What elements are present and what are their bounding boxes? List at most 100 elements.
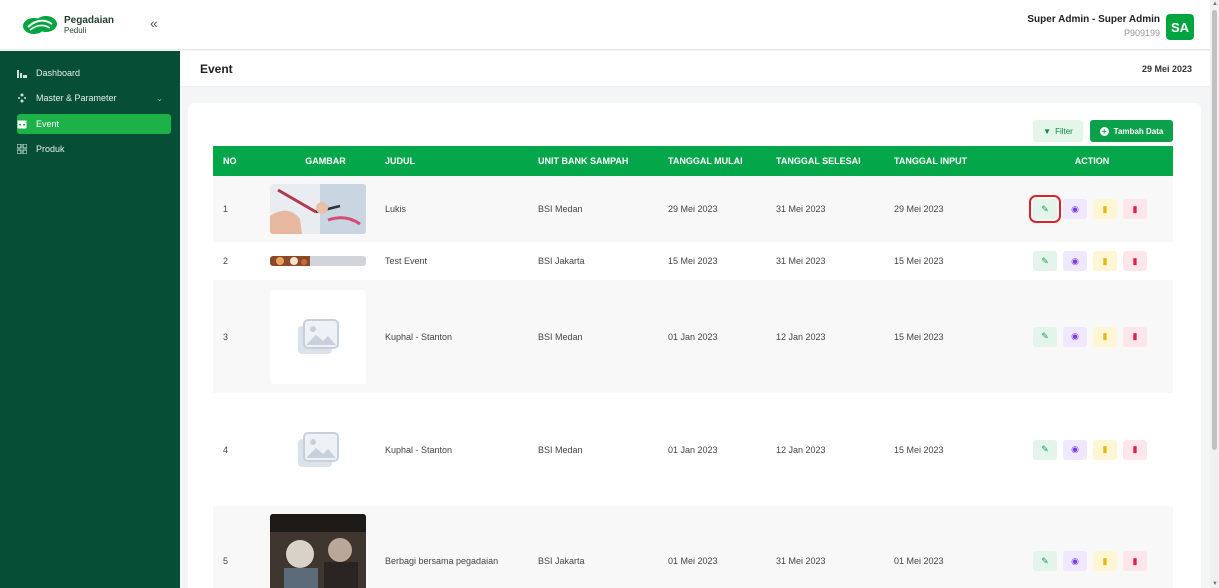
brand-sub: Peduli — [64, 26, 87, 35]
collapse-sidebar-icon[interactable]: « — [150, 16, 158, 30]
view-button[interactable]: ◉ — [1063, 326, 1087, 347]
avatar[interactable]: SA — [1166, 14, 1194, 40]
event-image[interactable] — [270, 256, 366, 266]
cell-unit: BSI Medan — [538, 280, 668, 393]
add-data-button[interactable]: + Tambah Data — [1090, 120, 1173, 142]
column-header[interactable]: UNIT BANK SAMPAH — [538, 146, 668, 176]
sidebar-item-produk[interactable]: Produk — [17, 139, 171, 159]
edit-button[interactable]: ✎ — [1033, 551, 1057, 571]
edit-icon: ✎ — [1041, 255, 1049, 266]
cell-input: 15 Mei 2023 — [894, 393, 1011, 506]
eye-icon: ◉ — [1071, 255, 1079, 266]
cell-selesai: 12 Jan 2023 — [776, 393, 894, 506]
view-button[interactable]: ◉ — [1063, 251, 1087, 271]
cell-mulai: 15 Mei 2023 — [668, 242, 776, 280]
cell-selesai: 12 Jan 2023 — [776, 280, 894, 393]
eye-icon: ◉ — [1071, 331, 1079, 341]
cell-input: 01 Mei 2023 — [894, 506, 1011, 588]
cell-judul: Lukis — [385, 176, 538, 242]
edit-icon: ✎ — [1041, 331, 1049, 341]
edit-button[interactable]: ✎ — [1029, 195, 1061, 223]
cell-unit: BSI Jakarta — [538, 242, 668, 280]
cell-selesai: 31 Mei 2023 — [776, 176, 894, 242]
event-card: ▼ Filter + Tambah Data NO GAMBAR JUDUL U… — [188, 103, 1201, 588]
event-image[interactable] — [270, 289, 366, 384]
table-row: 4 Kuphal - Stanton BSI Medan 01 Jan 2023… — [213, 393, 1173, 506]
delete-button[interactable]: ▮ — [1123, 199, 1147, 219]
plus-icon: + — [1099, 126, 1109, 136]
trash-icon: ▮ — [1132, 255, 1138, 266]
archive-button[interactable]: ▮ — [1093, 199, 1117, 219]
cell-mulai: 01 Jan 2023 — [668, 393, 776, 506]
cell-no: 3 — [213, 280, 266, 393]
edit-button[interactable]: ✎ — [1033, 439, 1057, 460]
delete-button[interactable]: ▮ — [1123, 439, 1147, 460]
archive-button[interactable]: ▮ — [1093, 439, 1117, 460]
column-header[interactable]: TANGGAL MULAI — [668, 146, 776, 176]
filter-button[interactable]: ▼ Filter — [1033, 120, 1083, 142]
filter-icon: ▼ — [1043, 126, 1052, 136]
page-date: 29 Mei 2023 — [1141, 64, 1192, 74]
clipboard-icon: ▮ — [1102, 555, 1108, 566]
event-image[interactable] — [270, 184, 366, 234]
sidebar: Dashboard Master & Parameter ⌄ Event Pro… — [0, 51, 180, 588]
eye-icon: ◉ — [1071, 555, 1079, 566]
column-header[interactable]: NO — [213, 146, 266, 176]
view-button[interactable]: ◉ — [1063, 199, 1087, 219]
column-header[interactable]: TANGGAL SELESAI — [776, 146, 894, 176]
delete-button[interactable]: ▮ — [1123, 551, 1147, 571]
sidebar-item-label: Event — [36, 119, 60, 129]
cell-selesai: 31 Mei 2023 — [776, 242, 894, 280]
column-header[interactable]: JUDUL — [385, 146, 538, 176]
sidebar-item-dashboard[interactable]: Dashboard — [17, 63, 171, 83]
eye-icon: ◉ — [1071, 203, 1079, 214]
archive-button[interactable]: ▮ — [1093, 251, 1117, 271]
trash-icon: ▮ — [1132, 203, 1138, 214]
painting-photo — [270, 184, 366, 234]
trash-icon: ▮ — [1132, 444, 1138, 454]
brand-logo[interactable]: Pegadaian Peduli — [22, 10, 162, 40]
scroll-up-icon[interactable]: ▲ — [1212, 1, 1218, 7]
clipboard-icon: ▮ — [1102, 444, 1108, 454]
delete-button[interactable]: ▮ — [1123, 251, 1147, 271]
event-image[interactable] — [270, 514, 366, 588]
user-name: Super Admin - Super Admin — [1027, 14, 1160, 25]
sidebar-item-event[interactable]: Event — [17, 114, 171, 134]
column-header[interactable]: TANGGAL INPUT — [894, 146, 1011, 176]
column-header[interactable]: ACTION — [1011, 146, 1173, 176]
user-info[interactable]: Super Admin - Super Admin P909199 — [1027, 14, 1160, 38]
row-actions: ✎ ◉ ▮ ▮ — [1033, 439, 1173, 460]
archive-button[interactable]: ▮ — [1093, 551, 1117, 571]
archive-button[interactable]: ▮ — [1093, 326, 1117, 347]
calendar-icon — [17, 120, 27, 129]
table-row: 1 Lukis BSI Medan 29 Mei 2023 31 Mei 202… — [213, 176, 1173, 242]
row-actions: ✎ ◉ ▮ ▮ — [1033, 326, 1173, 347]
scroll-thumb[interactable] — [1212, 10, 1217, 450]
edit-icon: ✎ — [1041, 203, 1049, 214]
page-scrollbar[interactable]: ▲ ▼ — [1210, 0, 1219, 588]
view-button[interactable]: ◉ — [1063, 439, 1087, 460]
row-actions: ✎ ◉ ▮ ▮ — [1029, 195, 1173, 223]
cell-actions: ✎ ◉ ▮ ▮ — [1011, 393, 1173, 506]
event-image[interactable] — [270, 402, 366, 497]
banner-photo — [270, 256, 366, 266]
edit-button[interactable]: ✎ — [1033, 251, 1057, 271]
view-button[interactable]: ◉ — [1063, 551, 1087, 571]
chart-icon — [17, 70, 27, 78]
sidebar-item-master-parameter[interactable]: Master & Parameter ⌄ — [17, 88, 171, 108]
page-title: Event — [200, 62, 233, 76]
cell-no: 4 — [213, 393, 266, 506]
cell-mulai: 01 Jan 2023 — [668, 280, 776, 393]
cell-judul: Berbagi bersama pegadaian — [385, 506, 538, 588]
cell-selesai: 31 Mei 2023 — [776, 506, 894, 588]
edit-icon: ✎ — [1041, 555, 1049, 566]
edit-icon: ✎ — [1041, 444, 1049, 454]
chevron-down-icon: ⌄ — [156, 93, 163, 103]
cell-actions: ✎ ◉ ▮ ▮ — [1011, 506, 1173, 588]
event-table: NO GAMBAR JUDUL UNIT BANK SAMPAH TANGGAL… — [213, 146, 1173, 588]
top-bar: Pegadaian Peduli « Super Admin - Super A… — [0, 0, 1210, 50]
edit-button[interactable]: ✎ — [1033, 326, 1057, 347]
delete-button[interactable]: ▮ — [1123, 326, 1147, 347]
column-header[interactable]: GAMBAR — [266, 146, 385, 176]
scroll-down-icon[interactable]: ▼ — [1212, 581, 1218, 587]
